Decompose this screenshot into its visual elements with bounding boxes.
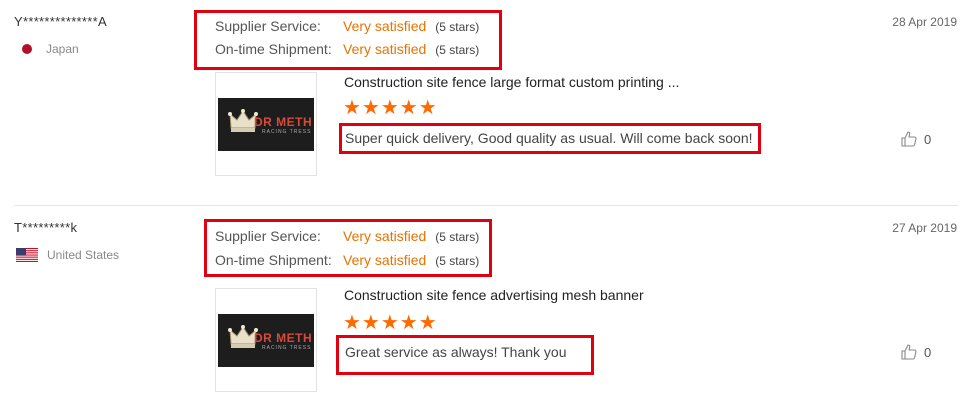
rating-stars-text: (5 stars) <box>435 230 480 244</box>
buyer-country: Japan <box>22 42 79 56</box>
rating-supplier-service: Supplier Service: Very satisfied (5 star… <box>215 228 479 244</box>
rating-label: Supplier Service: <box>215 18 321 34</box>
rating-value: Very satisfied <box>343 18 427 34</box>
thumbnail-logo-text: DR METH <box>254 331 313 345</box>
comment-highlight-box: Great service as always! Thank you <box>336 335 594 375</box>
rating-label: On-time Shipment: <box>215 41 332 57</box>
ratings-highlight-box: Supplier Service: Very satisfied (5 star… <box>194 10 502 70</box>
helpful-button[interactable]: 0 <box>900 130 931 148</box>
ratings-highlight-box: Supplier Service: Very satisfied (5 star… <box>204 219 492 277</box>
thumbs-up-icon <box>901 131 917 147</box>
rating-shipment: On-time Shipment: Very satisfied (5 star… <box>215 252 479 268</box>
buyer-name: Y**************A <box>14 14 107 29</box>
buyer-name: T*********k <box>14 220 78 235</box>
review-date: 28 Apr 2019 <box>892 15 957 29</box>
japan-flag-icon <box>22 44 32 54</box>
rating-label: Supplier Service: <box>215 228 321 244</box>
us-flag-icon <box>16 248 38 262</box>
country-label: United States <box>47 248 120 262</box>
product-title-link[interactable]: Construction site fence large format cus… <box>344 74 679 90</box>
review-item: Y**************A Japan 28 Apr 2019 Suppl… <box>0 0 979 205</box>
rating-supplier-service: Supplier Service: Very satisfied (5 star… <box>215 18 479 34</box>
thumbnail-logo-text: DR METH <box>254 115 313 129</box>
star-rating: ★★★★★ <box>343 97 438 119</box>
product-thumbnail[interactable]: DR METH RACING TRESS <box>215 72 317 176</box>
rating-value: Very satisfied <box>343 41 427 57</box>
review-comment: Great service as always! Thank you <box>345 344 567 360</box>
rating-stars-text: (5 stars) <box>435 43 480 57</box>
rating-stars-text: (5 stars) <box>435 254 480 268</box>
country-label: Japan <box>46 42 79 56</box>
rating-value: Very satisfied <box>343 228 427 244</box>
thumbnail-logo-subtext: RACING TRESS <box>262 129 312 135</box>
review-comment: Super quick delivery, Good quality as us… <box>345 130 753 146</box>
rating-stars-text: (5 stars) <box>435 20 480 34</box>
thumbs-up-icon <box>901 344 917 360</box>
helpful-count: 0 <box>924 344 932 360</box>
product-image: DR METH RACING TRESS <box>218 314 314 367</box>
product-thumbnail[interactable]: DR METH RACING TRESS <box>215 288 317 392</box>
review-date: 27 Apr 2019 <box>892 221 957 235</box>
rating-shipment: On-time Shipment: Very satisfied (5 star… <box>215 41 479 57</box>
thumbnail-logo-subtext: RACING TRESS <box>262 345 312 351</box>
rating-value: Very satisfied <box>343 252 427 268</box>
rating-label: On-time Shipment: <box>215 252 332 268</box>
helpful-count: 0 <box>924 131 932 147</box>
comment-highlight-box: Super quick delivery, Good quality as us… <box>339 123 761 154</box>
product-image: DR METH RACING TRESS <box>218 98 314 151</box>
product-title-link[interactable]: Construction site fence advertising mesh… <box>344 287 644 303</box>
helpful-button[interactable]: 0 <box>900 343 931 361</box>
review-item: T*********k United States 27 Apr 2019 Su… <box>0 206 979 409</box>
buyer-country: United States <box>16 248 120 262</box>
star-rating: ★★★★★ <box>343 312 438 334</box>
